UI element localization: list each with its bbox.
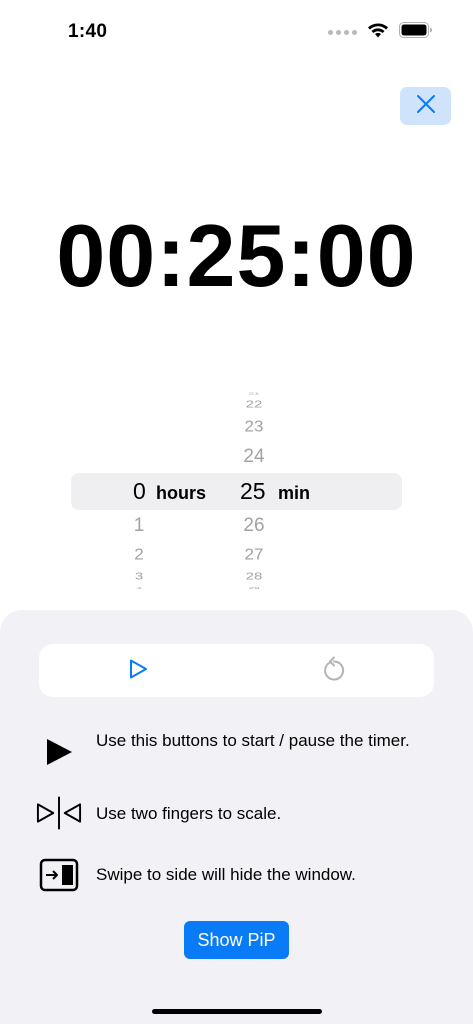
show-pip-button[interactable]: Show PiP xyxy=(184,921,289,959)
help-text: Use this buttons to start / pause the ti… xyxy=(96,731,410,750)
help-row-scale: Use two fingers to scale. xyxy=(0,796,473,844)
wifi-icon xyxy=(367,22,389,43)
hours-option[interactable]: 3 xyxy=(124,571,154,583)
status-bar: 1:40 xyxy=(0,0,473,64)
close-button[interactable] xyxy=(400,87,451,125)
minutes-option[interactable]: 29 xyxy=(239,587,269,590)
home-indicator xyxy=(152,1009,322,1014)
hours-unit-label: hours xyxy=(156,483,207,503)
timer-display: 00:25:00 xyxy=(56,206,417,305)
minutes-option[interactable]: 24 xyxy=(239,446,269,468)
minutes-option[interactable]: 26 xyxy=(239,515,269,537)
play-icon xyxy=(127,658,149,685)
time-picker[interactable]: 1 2 3 4 0 hours 21 22 23 24 25 min 26 27… xyxy=(0,388,473,593)
minutes-unit-label: min xyxy=(278,483,311,503)
swipe-hide-icon xyxy=(36,857,82,893)
play-button[interactable] xyxy=(123,657,153,685)
close-icon xyxy=(415,93,437,120)
minutes-option[interactable]: 21 xyxy=(239,392,269,395)
help-text: Use two fingers to scale. xyxy=(96,804,282,823)
help-row-swipe: Swipe to side will hide the window. xyxy=(0,857,473,905)
hours-option[interactable]: 2 xyxy=(124,546,154,564)
scale-icon xyxy=(36,795,82,831)
minutes-column[interactable]: 21 22 23 24 25 min 26 27 28 29 xyxy=(234,388,354,593)
minutes-selected: 25 xyxy=(240,478,266,504)
status-icons xyxy=(328,22,433,43)
controls-bar xyxy=(39,644,434,697)
bottom-sheet: Use this buttons to start / pause the ti… xyxy=(0,610,473,1024)
help-text: Swipe to side will hide the window. xyxy=(96,865,356,884)
status-time: 1:40 xyxy=(68,21,108,42)
minutes-option[interactable]: 22 xyxy=(239,399,269,411)
minutes-option[interactable]: 27 xyxy=(239,546,269,564)
battery-icon xyxy=(399,22,433,43)
hours-option[interactable]: 4 xyxy=(124,587,154,590)
signal-dots-icon xyxy=(328,30,357,35)
play-filled-icon xyxy=(36,734,82,770)
hours-column[interactable]: 1 2 3 4 0 hours xyxy=(100,388,220,593)
reset-icon xyxy=(321,656,347,687)
minutes-option[interactable]: 23 xyxy=(239,418,269,436)
reset-button[interactable] xyxy=(319,656,349,686)
hours-selected: 0 xyxy=(133,478,146,504)
minutes-option[interactable]: 28 xyxy=(239,571,269,583)
help-row-start-pause: Use this buttons to start / pause the ti… xyxy=(0,730,473,778)
hours-option[interactable]: 1 xyxy=(124,515,154,537)
